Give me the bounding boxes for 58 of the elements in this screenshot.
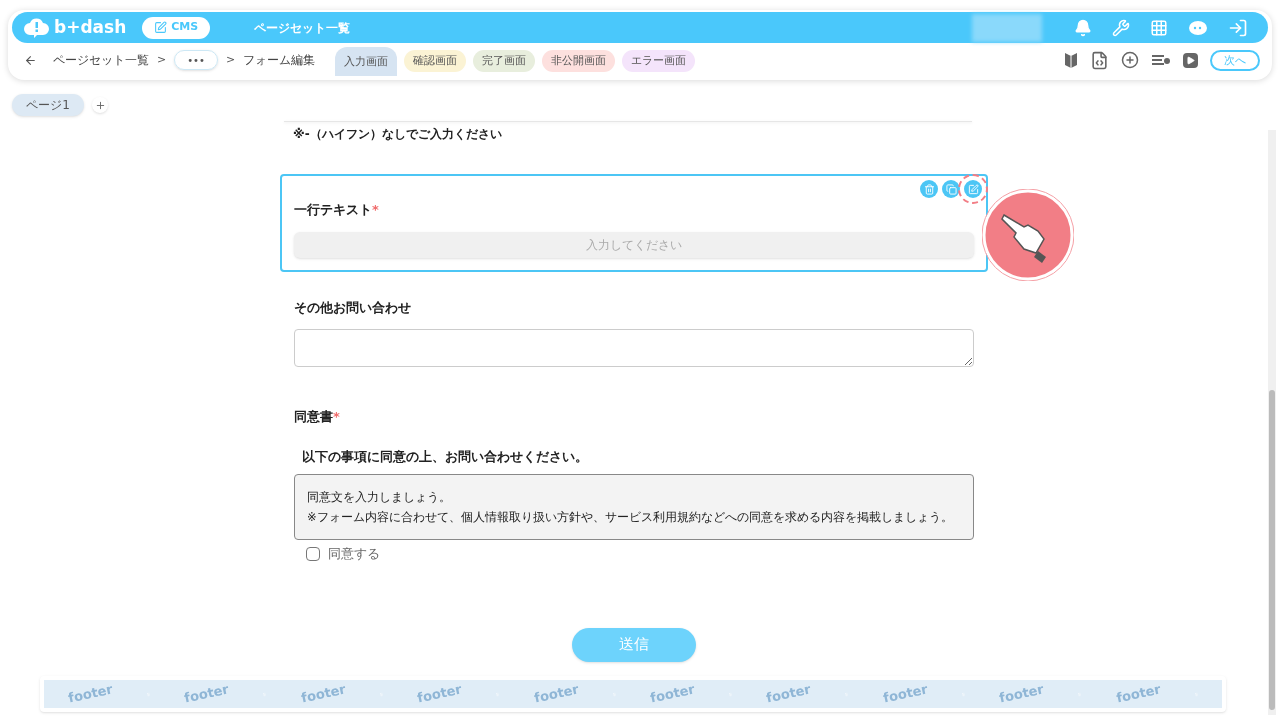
footer-watermark-text: footer	[881, 680, 930, 708]
add-page-button[interactable]	[92, 97, 108, 113]
beginner-mark-icon[interactable]	[1064, 51, 1078, 69]
hint-text: ※-（ハイフン）なしでご入力ください	[292, 126, 503, 143]
breadcrumb-item: フォーム編集	[243, 52, 316, 69]
pointing-hand-icon	[982, 189, 1074, 281]
breadcrumb-item[interactable]: ページセット一覧	[53, 51, 149, 69]
form-field-card[interactable]: 同意書* 以下の事項に同意の上、お問い合わせください。 同意文を入力しましょう。 ※フォーム内容に合わせて、個人情報取り扱い方針や、サービス利用規約などへの同意を求める内容を掲載しましょう。 同意する	[280, 389, 988, 578]
preview-play-icon[interactable]	[1183, 52, 1198, 68]
page-tab[interactable]: ページ1	[12, 94, 84, 116]
add-circle-icon[interactable]	[1121, 51, 1139, 69]
delete-icon[interactable]	[920, 180, 938, 198]
cloud-logo-icon	[24, 16, 50, 39]
html-file-icon[interactable]	[1090, 50, 1109, 70]
screen-tab[interactable]: 確認画面	[404, 50, 467, 72]
footer-watermark-text: footer	[66, 680, 115, 708]
consent-text: 同意文を入力しましょう。	[307, 489, 452, 506]
text-input[interactable]: 入力してください	[294, 231, 974, 258]
form-field-card[interactable]: その他お問い合わせ	[280, 279, 988, 381]
footer-watermark-text: footer	[532, 680, 581, 708]
blurred-region	[972, 13, 1042, 42]
consent-text: ※フォーム内容に合わせて、個人情報取り扱い方針や、サービス利用規約などへの同意を求める内容を掲載しましょう。	[307, 509, 954, 526]
footer-watermark-text: footer	[182, 680, 231, 708]
breadcrumb-separator: >	[225, 51, 236, 68]
agree-checkbox[interactable]	[306, 546, 320, 561]
back-icon[interactable]	[24, 53, 37, 67]
screen-tab[interactable]: 非公開画面	[542, 50, 616, 72]
screen-tab[interactable]: 完了画面	[473, 50, 536, 72]
field-label: 同意書	[294, 409, 333, 424]
logo-text: b+dash	[54, 15, 127, 39]
list-settings-icon[interactable]	[1151, 52, 1171, 68]
footer-watermark-text: footer	[1114, 680, 1163, 708]
footer-watermark-text: footer	[648, 680, 697, 708]
footer-watermark-text: footer	[415, 680, 464, 708]
app-grid-icon[interactable]	[1150, 18, 1168, 37]
form-field-card[interactable]: 一行テキスト* 入力してください	[280, 174, 988, 272]
footer-watermark-text: footer	[299, 680, 348, 708]
field-label: 一行テキスト	[294, 202, 372, 217]
required-mark: *	[333, 409, 340, 424]
breadcrumb-separator: >	[157, 51, 167, 68]
scrollbar[interactable]	[1268, 130, 1276, 715]
consent-heading: 以下の事項に同意の上、お問い合わせください。	[301, 447, 589, 466]
plus-icon	[94, 99, 106, 111]
agree-label: 同意する	[328, 545, 380, 563]
required-mark: *	[372, 202, 379, 217]
scrollbar-thumb[interactable]	[1269, 390, 1275, 710]
header-title: ページセット一覧	[254, 19, 351, 37]
logout-icon[interactable]	[1228, 17, 1248, 38]
screen-tab[interactable]: 入力画面	[335, 47, 398, 76]
wrench-icon[interactable]	[1112, 18, 1130, 37]
notification-icon[interactable]	[1074, 18, 1092, 37]
mascot-icon[interactable]	[1188, 18, 1208, 37]
screen-tab[interactable]: エラー画面	[622, 50, 696, 72]
copy-icon[interactable]	[942, 180, 960, 198]
footer-watermark-text: footer	[997, 680, 1046, 708]
footer-watermark-text: footer	[764, 680, 813, 708]
textarea-input[interactable]	[294, 329, 974, 367]
field-label: その他お問い合わせ	[294, 299, 411, 315]
